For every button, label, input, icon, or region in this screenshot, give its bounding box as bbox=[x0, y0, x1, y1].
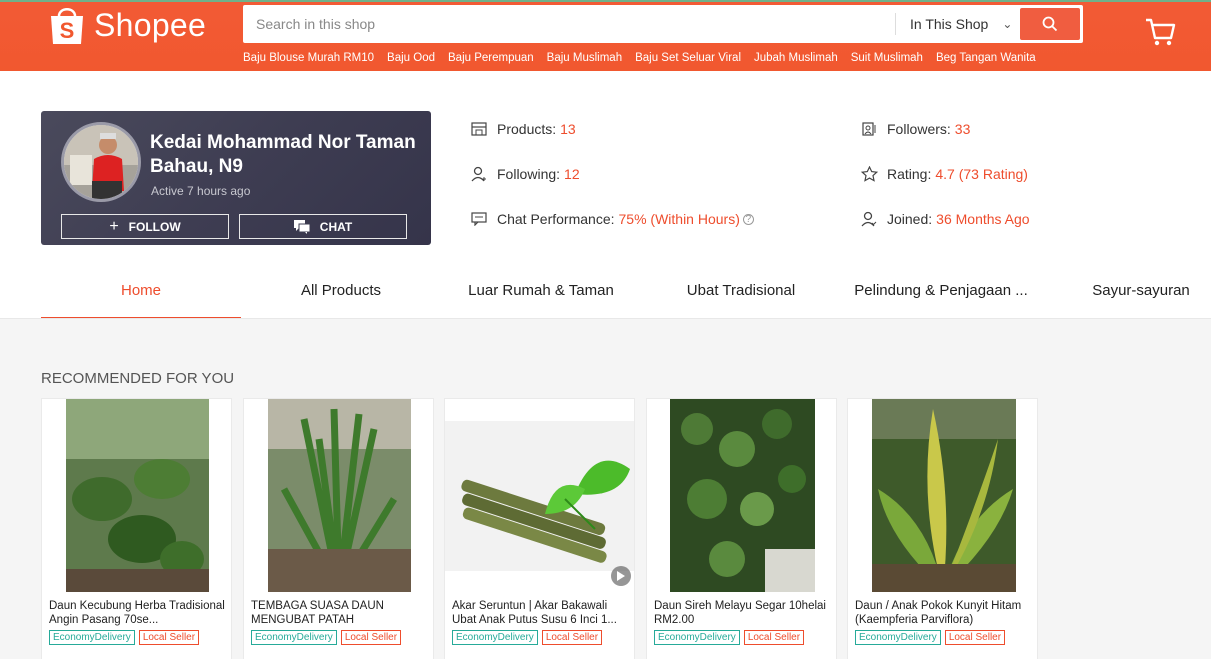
economy-delivery-badge: EconomyDelivery bbox=[855, 630, 941, 645]
search-scope-label: In This Shop bbox=[910, 16, 989, 32]
stat-label: Rating: bbox=[887, 166, 932, 182]
stat-followers: Followers: 33 bbox=[860, 120, 970, 138]
product-badges: EconomyDelivery Local Seller bbox=[251, 630, 402, 645]
hot-word-link[interactable]: Baju Ood bbox=[387, 52, 435, 64]
tab-home[interactable]: Home bbox=[41, 269, 241, 319]
stat-joined: Joined: 36 Months Ago bbox=[860, 210, 1030, 228]
shopping-bag-icon: S bbox=[51, 8, 83, 44]
product-image bbox=[445, 399, 634, 592]
followers-icon bbox=[860, 120, 878, 138]
economy-delivery-badge: EconomyDelivery bbox=[452, 630, 538, 645]
chat-icon bbox=[293, 219, 310, 234]
person-plus-icon bbox=[470, 165, 488, 183]
stat-value: 13 bbox=[560, 121, 576, 137]
local-seller-badge: Local Seller bbox=[541, 630, 603, 645]
product-title: Daun Sireh Melayu Segar 10helai RM2.00 bbox=[654, 600, 826, 626]
stat-value: 33 bbox=[954, 121, 971, 137]
stat-value: 75% (Within Hours) bbox=[618, 211, 740, 227]
help-icon[interactable]: ? bbox=[742, 213, 754, 225]
stat-label: Joined: bbox=[887, 211, 933, 227]
search-icon bbox=[1042, 16, 1058, 32]
product-badges: EconomyDelivery Local Seller bbox=[855, 630, 1006, 645]
chat-bubble-icon bbox=[470, 210, 488, 228]
stat-label: Following: bbox=[497, 166, 561, 182]
shop-name: Kedai Mohammad Nor Taman Bahau, N9 bbox=[150, 132, 416, 177]
tab-ubat-tradisional[interactable]: Ubat Tradisional bbox=[641, 269, 841, 319]
hot-words-list: Baju Blouse Murah RM10 Baju Ood Baju Per… bbox=[243, 52, 1036, 64]
stat-label: Followers: bbox=[887, 121, 951, 137]
tab-sayur-sayuran[interactable]: Sayur-sayuran bbox=[1041, 269, 1211, 319]
product-image bbox=[42, 399, 231, 592]
search-scope-dropdown[interactable]: In This Shop ⌄ bbox=[895, 13, 1015, 35]
chat-label: CHAT bbox=[319, 219, 353, 234]
hot-word-link[interactable]: Baju Muslimah bbox=[547, 52, 622, 64]
follow-button[interactable]: + FOLLOW bbox=[61, 214, 229, 239]
hot-word-link[interactable]: Suit Muslimah bbox=[851, 52, 923, 64]
stat-rating: Rating: 4.7 (73 Rating) bbox=[860, 165, 1028, 183]
stat-value: 12 bbox=[564, 166, 580, 182]
search-input[interactable] bbox=[243, 5, 893, 43]
hot-word-link[interactable]: Baju Blouse Murah RM10 bbox=[243, 52, 374, 64]
top-header: S Shopee In This Shop ⌄ Baju Blouse Mura… bbox=[0, 0, 1211, 71]
stat-products: Products: 13 bbox=[470, 120, 576, 138]
product-badges: EconomyDelivery Local Seller bbox=[452, 630, 603, 645]
play-video-icon[interactable] bbox=[611, 566, 631, 586]
chat-button[interactable]: CHAT bbox=[239, 214, 407, 239]
shop-card: Kedai Mohammad Nor Taman Bahau, N9 Activ… bbox=[41, 111, 431, 245]
economy-delivery-badge: EconomyDelivery bbox=[49, 630, 135, 645]
star-icon bbox=[860, 165, 878, 183]
shop-info-section: Kedai Mohammad Nor Taman Bahau, N9 Activ… bbox=[0, 71, 1211, 319]
store-icon bbox=[470, 120, 488, 138]
product-card[interactable]: Daun Sireh Melayu Segar 10helai RM2.00 E… bbox=[646, 398, 837, 659]
local-seller-badge: Local Seller bbox=[743, 630, 805, 645]
follow-label: FOLLOW bbox=[128, 219, 181, 234]
tab-all-products[interactable]: All Products bbox=[241, 269, 441, 319]
local-seller-badge: Local Seller bbox=[340, 630, 402, 645]
stat-value: 4.7 (73 Rating) bbox=[935, 166, 1028, 182]
product-image bbox=[848, 399, 1037, 592]
stat-chat-performance: Chat Performance: 75% (Within Hours) ? bbox=[470, 210, 754, 228]
hot-word-link[interactable]: Baju Perempuan bbox=[448, 52, 534, 64]
hot-word-link[interactable]: Baju Set Seluar Viral bbox=[635, 52, 741, 64]
local-seller-badge: Local Seller bbox=[138, 630, 200, 645]
product-badges: EconomyDelivery Local Seller bbox=[49, 630, 200, 645]
cart-icon[interactable] bbox=[1143, 14, 1177, 48]
product-title: TEMBAGA SUASA DAUN MENGUBAT PATAH bbox=[251, 600, 384, 626]
product-card[interactable]: TEMBAGA SUASA DAUN MENGUBAT PATAH Econom… bbox=[243, 398, 434, 659]
search-button[interactable] bbox=[1020, 8, 1080, 40]
hot-word-link[interactable]: Jubah Muslimah bbox=[754, 52, 838, 64]
stat-value: 36 Months Ago bbox=[936, 211, 1030, 227]
product-title: Daun / Anak Pokok Kunyit Hitam (Kaempfer… bbox=[855, 600, 1022, 626]
svg-text:S: S bbox=[60, 18, 75, 43]
product-image bbox=[647, 399, 836, 592]
product-title: Daun Kecubung Herba Tradisional Angin Pa… bbox=[49, 600, 225, 626]
product-title: Akar Seruntun | Akar Bakawali Ubat Anak … bbox=[452, 600, 617, 626]
product-badges: EconomyDelivery Local Seller bbox=[654, 630, 805, 645]
chevron-down-icon: ⌄ bbox=[1002, 17, 1013, 31]
shop-avatar[interactable] bbox=[61, 122, 141, 202]
product-card[interactable]: Daun / Anak Pokok Kunyit Hitam (Kaempfer… bbox=[847, 398, 1038, 659]
logo-text: Shopee bbox=[94, 6, 207, 43]
product-image bbox=[244, 399, 433, 592]
section-title: RECOMMENDED FOR YOU bbox=[41, 370, 235, 387]
stat-label: Chat Performance: bbox=[497, 211, 615, 227]
person-check-icon bbox=[860, 210, 878, 228]
economy-delivery-badge: EconomyDelivery bbox=[654, 630, 740, 645]
tab-luar-rumah-taman[interactable]: Luar Rumah & Taman bbox=[441, 269, 641, 319]
stat-following: Following: 12 bbox=[470, 165, 580, 183]
tabs-divider bbox=[0, 318, 1211, 319]
search-bar: In This Shop ⌄ bbox=[243, 5, 1083, 43]
economy-delivery-badge: EconomyDelivery bbox=[251, 630, 337, 645]
shop-active-status: Active 7 hours ago bbox=[151, 184, 251, 198]
plus-icon: + bbox=[109, 217, 119, 235]
shop-tabs: Home All Products Luar Rumah & Taman Uba… bbox=[41, 269, 1211, 319]
stat-label: Products: bbox=[497, 121, 557, 137]
tab-pelindung-penjagaan[interactable]: Pelindung & Penjagaan ... bbox=[841, 269, 1041, 319]
hot-word-link[interactable]: Beg Tangan Wanita bbox=[936, 52, 1036, 64]
product-card[interactable]: Akar Seruntun | Akar Bakawali Ubat Anak … bbox=[444, 398, 635, 659]
avatar-photo bbox=[64, 125, 138, 199]
local-seller-badge: Local Seller bbox=[944, 630, 1006, 645]
product-card[interactable]: Daun Kecubung Herba Tradisional Angin Pa… bbox=[41, 398, 232, 659]
shopee-logo[interactable]: S Shopee bbox=[48, 4, 206, 46]
